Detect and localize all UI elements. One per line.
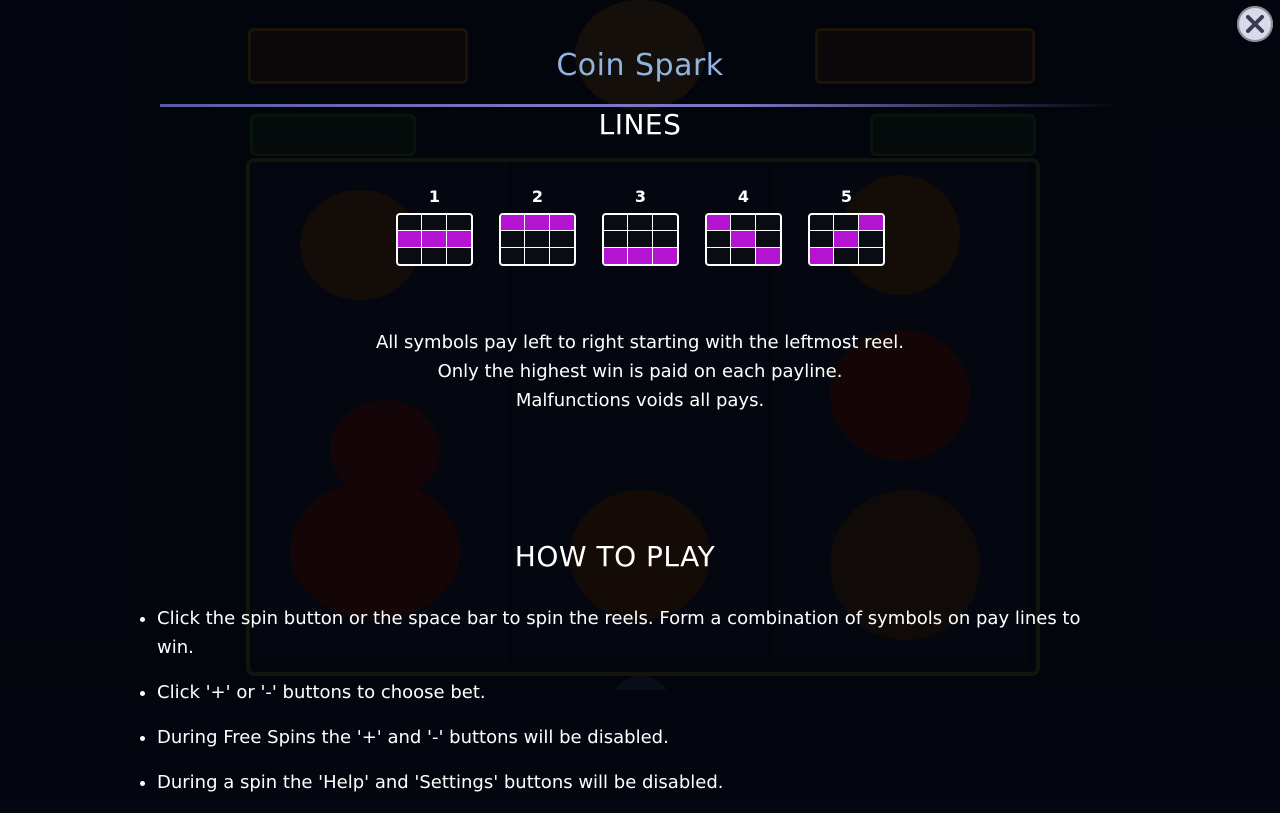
payline-cell [501, 231, 526, 248]
payline-cell-active [525, 215, 550, 232]
rule-line: Malfunctions voids all pays. [515, 390, 765, 411]
list-item: During a spin the 'Help' and 'Settings' … [157, 768, 1117, 797]
payline-cell [628, 215, 653, 232]
payline-cell-active [398, 231, 423, 248]
payline-cell [501, 247, 526, 264]
payline-number: 5 [840, 187, 853, 206]
payline-cell [858, 231, 883, 248]
payline-cell [525, 247, 550, 264]
payline-3: 3 [602, 188, 679, 266]
payline-number: 1 [428, 187, 441, 206]
payline-cell-active [446, 231, 471, 248]
payline-cell [549, 231, 574, 248]
how-to-play-list: Click the spin button or the space bar t… [137, 604, 1117, 813]
payline-cell [398, 247, 423, 264]
how-to-play-heading: HOW TO PLAY [514, 540, 716, 573]
payline-cell-active [755, 247, 780, 264]
payline-cell [398, 215, 423, 232]
payline-cell-active [501, 215, 526, 232]
payline-cell-active [549, 215, 574, 232]
payline-cell [446, 215, 471, 232]
payline-grid [499, 213, 576, 266]
payline-cell [707, 231, 732, 248]
close-icon [1246, 15, 1264, 33]
payline-2: 2 [499, 188, 576, 266]
payline-cell [422, 247, 447, 264]
payline-number: 3 [634, 187, 647, 206]
payline-cell [731, 247, 756, 264]
lines-heading: LINES [598, 108, 682, 141]
payline-cell [604, 231, 629, 248]
payline-cell [755, 231, 780, 248]
payline-4: 4 [705, 188, 782, 266]
payline-grid [808, 213, 885, 266]
rules-text: All symbols pay left to right starting w… [0, 328, 1280, 415]
payline-cell [550, 248, 574, 264]
payline-cell [652, 231, 677, 248]
payline-grid [396, 213, 473, 266]
payline-cell [604, 215, 629, 232]
close-button[interactable] [1237, 6, 1273, 42]
payline-cell-active [604, 247, 629, 264]
payline-cell-active [422, 231, 447, 248]
payline-cell [810, 215, 835, 232]
payline-1: 1 [396, 188, 473, 266]
payline-cell [422, 215, 447, 232]
payline-cell [834, 247, 859, 264]
payline-cell [707, 247, 732, 264]
payline-cell [731, 215, 756, 232]
payline-cell [834, 215, 859, 232]
payline-cell [652, 215, 677, 232]
payline-cell-active [858, 215, 883, 232]
rule-line: All symbols pay left to right starting w… [375, 332, 905, 353]
list-item: Click '+' or '-' buttons to choose bet. [157, 678, 1117, 707]
list-item: Click the spin button or the space bar t… [157, 604, 1117, 662]
payline-cell [628, 231, 653, 248]
title-divider [160, 104, 1120, 107]
payline-grid [602, 213, 679, 266]
payline-cell [810, 231, 835, 248]
paylines-row: 1 2 3 4 5 [396, 188, 885, 266]
payline-cell-active [731, 231, 756, 248]
payline-cell [859, 248, 883, 264]
payline-5: 5 [808, 188, 885, 266]
payline-cell [755, 215, 780, 232]
payline-cell [525, 231, 550, 248]
page-title: Coin Spark [556, 48, 724, 83]
payline-cell-active [834, 231, 859, 248]
payline-number: 4 [737, 187, 750, 206]
rule-line: Only the highest win is paid on each pay… [437, 361, 843, 382]
payline-cell-active [628, 247, 653, 264]
list-item: During Free Spins the '+' and '-' button… [157, 723, 1117, 752]
payline-cell [447, 248, 471, 264]
payline-cell-active [707, 215, 732, 232]
payline-grid [705, 213, 782, 266]
payline-number: 2 [531, 187, 544, 206]
payline-cell-active [652, 247, 677, 264]
payline-cell-active [810, 247, 835, 264]
